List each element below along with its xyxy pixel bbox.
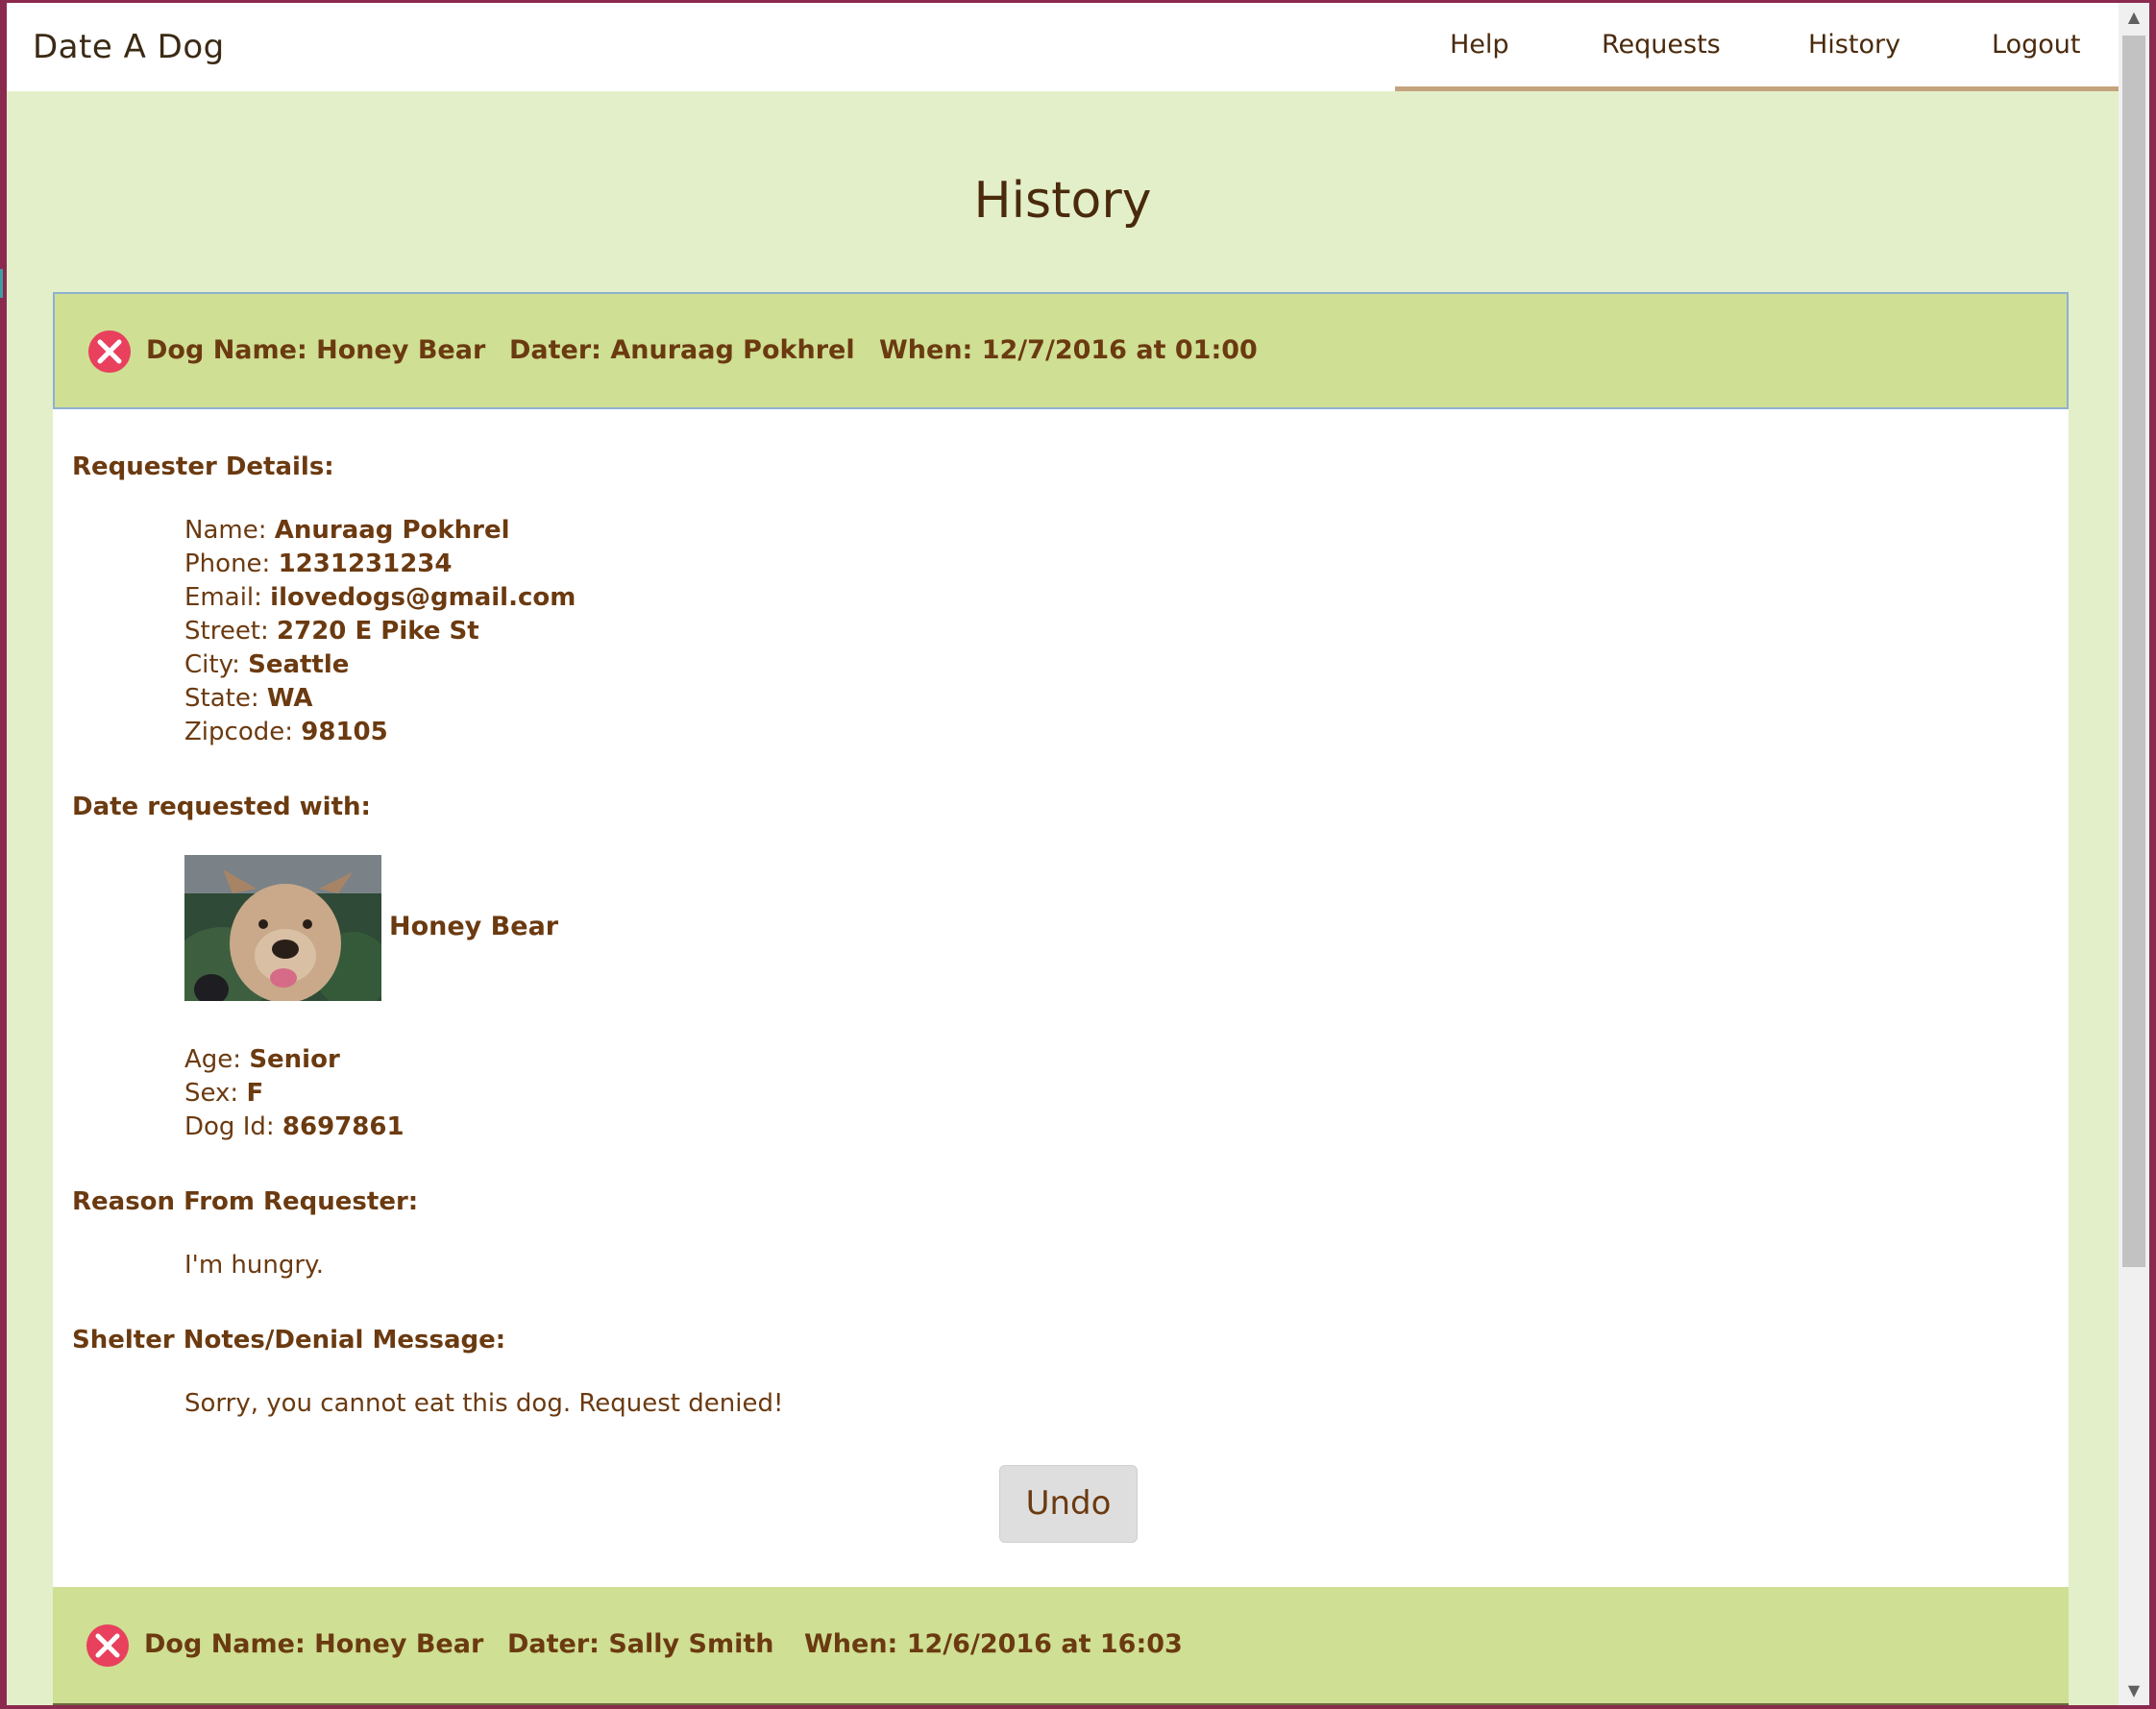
main-nav: Help Requests History Logout xyxy=(1395,3,2119,91)
dog-name[interactable]: Honey Bear xyxy=(389,912,558,941)
requester-street: Street: 2720 E Pike St xyxy=(184,617,479,646)
entry-dog-name: Dog Name: Honey Bear xyxy=(144,1629,484,1659)
shelter-notes-text: Sorry, you cannot eat this dog. Request … xyxy=(184,1389,784,1418)
scrollbar-thumb[interactable] xyxy=(2122,36,2145,1267)
requester-email-value: ilovedogs@gmail.com xyxy=(270,583,576,612)
requester-zip-key: Zipcode: xyxy=(184,718,294,746)
history-entry-details: Requester Details: Name: Anuraag Pokhrel… xyxy=(53,409,2069,1587)
requester-state-value: WA xyxy=(266,684,313,713)
requester-name-value: Anuraag Pokhrel xyxy=(274,516,510,545)
window-border xyxy=(2149,0,2156,1709)
date-requested-heading: Date requested with: xyxy=(72,793,371,821)
requester-street-value: 2720 E Pike St xyxy=(277,617,479,646)
requester-phone-key: Phone: xyxy=(184,549,271,578)
requester-state: State: WA xyxy=(184,684,313,713)
nav-requests-link[interactable]: Requests xyxy=(1602,30,1721,60)
requester-zipcode: Zipcode: 98105 xyxy=(184,718,388,746)
requester-state-key: State: xyxy=(184,684,259,713)
dog-age: Age: Senior xyxy=(184,1045,340,1074)
close-circle-icon xyxy=(88,330,131,373)
history-entry-header[interactable]: Dog Name: Honey Bear Dater: Anuraag Pokh… xyxy=(53,292,2069,409)
requester-city: City: Seattle xyxy=(184,650,349,679)
vertical-scrollbar[interactable]: ▲ ▼ xyxy=(2119,3,2149,1705)
entry-when: When: 12/7/2016 at 01:00 xyxy=(879,335,1258,365)
dog-sex-value: F xyxy=(246,1079,264,1108)
brand-logo-text[interactable]: Date A Dog xyxy=(33,28,225,66)
reason-text: I'm hungry. xyxy=(184,1251,324,1280)
requester-zip-value: 98105 xyxy=(301,718,388,746)
dog-age-value: Senior xyxy=(249,1045,340,1074)
requester-street-key: Street: xyxy=(184,617,269,646)
window-edge-accent xyxy=(0,269,3,298)
close-circle-icon xyxy=(86,1624,129,1667)
requester-phone: Phone: 1231231234 xyxy=(184,549,453,578)
requester-name: Name: Anuraag Pokhrel xyxy=(184,516,510,545)
nav-history-link[interactable]: History xyxy=(1808,30,1900,60)
requester-city-key: City: xyxy=(184,650,240,679)
page-title: History xyxy=(973,172,1152,230)
scroll-down-arrow-icon[interactable]: ▼ xyxy=(2119,1676,2149,1705)
requester-email-key: Email: xyxy=(184,583,262,612)
requester-phone-value: 1231231234 xyxy=(278,549,453,578)
entry-dater: Dater: Sally Smith xyxy=(507,1629,774,1659)
requester-email: Email: ilovedogs@gmail.com xyxy=(184,583,576,612)
history-entry-header[interactable]: Dog Name: Honey Bear Dater: Sally Smith … xyxy=(53,1587,2069,1705)
requester-details-heading: Requester Details: xyxy=(72,452,334,481)
reason-heading: Reason From Requester: xyxy=(72,1187,419,1216)
entry-dog-name: Dog Name: Honey Bear xyxy=(146,335,486,365)
nav-help-link[interactable]: Help xyxy=(1450,30,1509,60)
nav-logout-link[interactable]: Logout xyxy=(1992,30,2080,60)
entry-when: When: 12/6/2016 at 16:03 xyxy=(804,1629,1183,1659)
dog-sex: Sex: F xyxy=(184,1079,263,1108)
undo-button[interactable]: Undo xyxy=(999,1465,1138,1543)
scroll-up-arrow-icon[interactable]: ▲ xyxy=(2119,3,2149,32)
dog-id-key: Dog Id: xyxy=(184,1112,275,1141)
entry-dater: Dater: Anuraag Pokhrel xyxy=(509,335,855,365)
requester-name-key: Name: xyxy=(184,516,267,545)
dog-id-value: 8697861 xyxy=(282,1112,404,1141)
requester-city-value: Seattle xyxy=(248,650,350,679)
dog-photo[interactable] xyxy=(184,855,381,1001)
dog-id: Dog Id: 8697861 xyxy=(184,1112,404,1141)
browser-viewport: Date A Dog Help Requests History Logout … xyxy=(7,3,2119,1705)
top-navbar: Date A Dog Help Requests History Logout xyxy=(7,3,2119,91)
shelter-notes-heading: Shelter Notes/Denial Message: xyxy=(72,1326,506,1355)
dog-age-key: Age: xyxy=(184,1045,242,1074)
dog-sex-key: Sex: xyxy=(184,1079,239,1108)
